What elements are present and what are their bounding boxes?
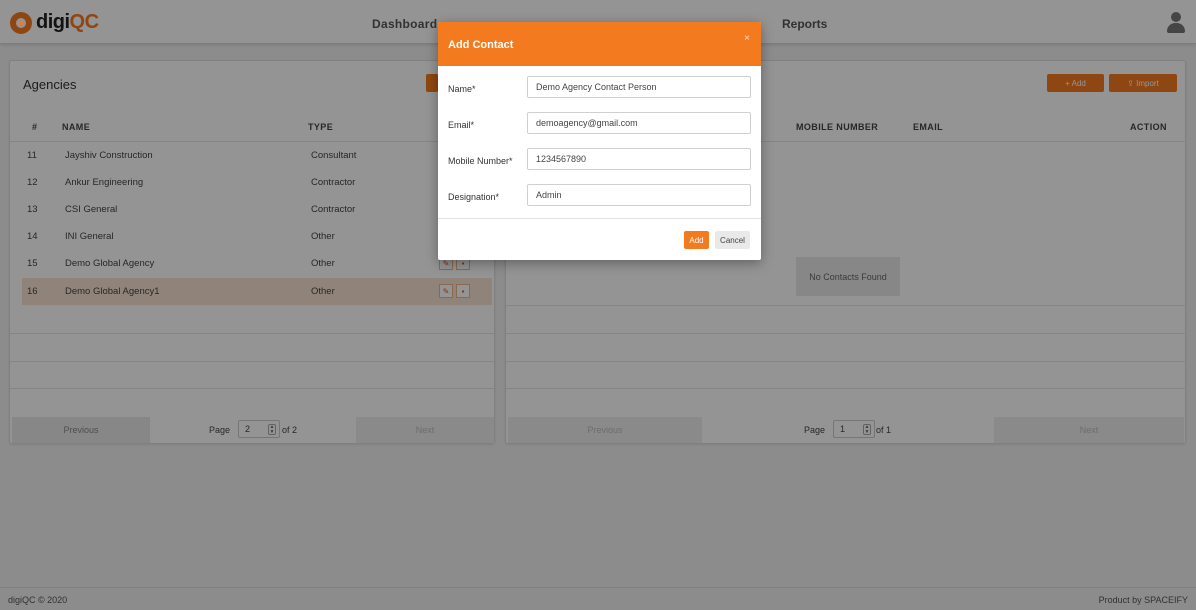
add-button[interactable]: Add	[684, 231, 709, 249]
add-contact-modal: Add Contact × Name* Email* Mobile Number…	[438, 22, 761, 260]
modal-title: Add Contact	[448, 39, 514, 51]
email-label: Email*	[448, 120, 475, 130]
modal-header: Add Contact ×	[438, 22, 761, 66]
close-icon[interactable]: ×	[744, 33, 750, 44]
designation-field[interactable]	[527, 184, 751, 206]
name-label: Name*	[448, 84, 476, 94]
name-field[interactable]	[527, 76, 751, 98]
mobile-number-field[interactable]	[527, 148, 751, 170]
cancel-button[interactable]: Cancel	[715, 231, 750, 249]
mobile-number-label: Mobile Number*	[448, 156, 513, 166]
email-field[interactable]	[527, 112, 751, 134]
designation-label: Designation*	[448, 192, 500, 202]
